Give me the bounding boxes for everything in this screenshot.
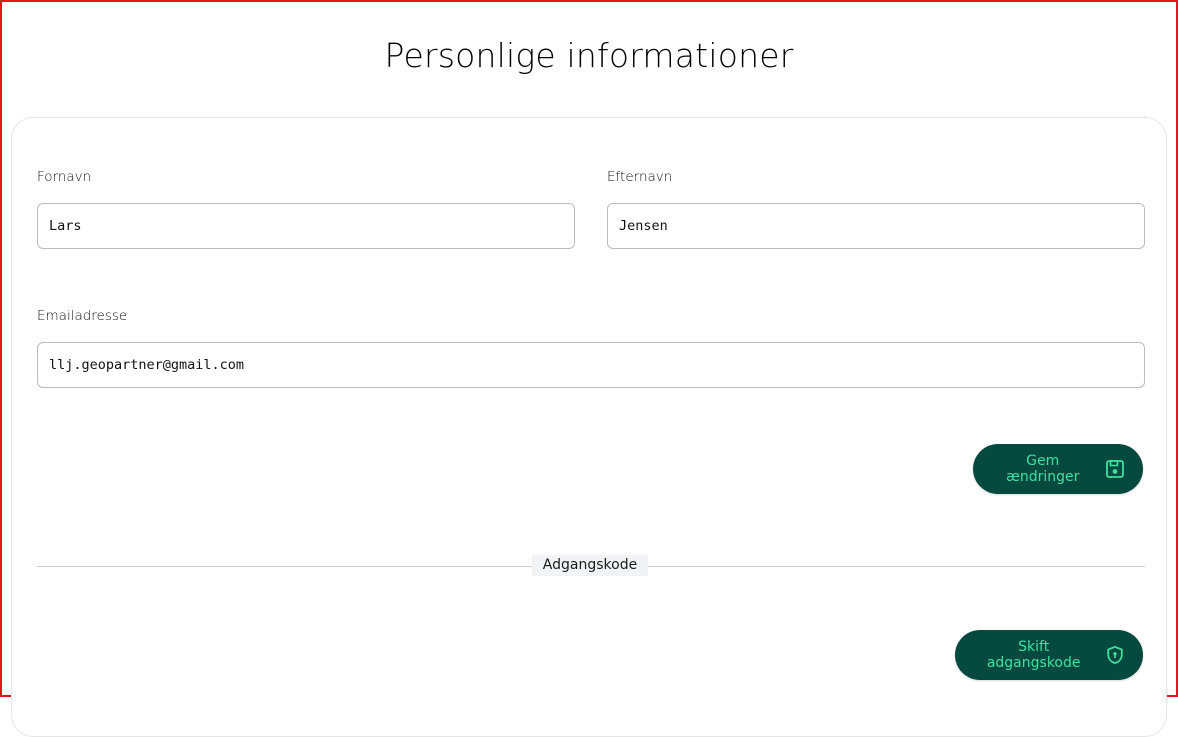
last-name-input[interactable] [607,203,1145,249]
first-name-label: Fornavn [37,169,92,185]
save-changes-label: Gem ændringer [1006,453,1080,485]
password-section-label: Adgangskode [532,555,648,576]
save-icon [1104,458,1125,480]
first-name-input[interactable] [37,203,575,249]
email-input[interactable] [37,342,1145,388]
save-changes-button[interactable]: Gem ændringer [973,444,1143,494]
change-password-button[interactable]: Skift adgangskode [955,630,1143,680]
last-name-label: Efternavn [607,169,673,185]
page-title: Personlige informationer [384,36,794,75]
change-password-label: Skift adgangskode [986,639,1081,671]
personal-info-card: Fornavn Efternavn Emailadresse Gem ændri… [11,117,1167,737]
shield-lock-icon [1104,644,1125,666]
email-label: Emailadresse [37,308,128,324]
